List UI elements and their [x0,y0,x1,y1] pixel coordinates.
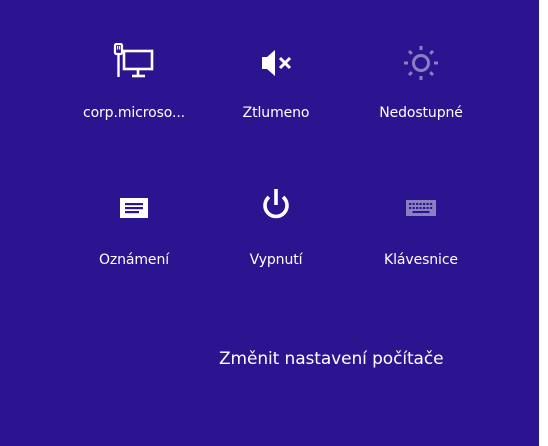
brightness-label: Nedostupné [379,105,463,121]
volume-tile[interactable]: Ztlumeno [201,43,351,143]
change-pc-settings-link[interactable]: Změnit nastavení počítače [219,349,444,369]
volume-label: Ztlumeno [242,105,310,121]
power-tile[interactable]: Vypnutí [201,189,351,290]
power-icon [263,189,289,219]
volume-muted-icon [262,50,292,76]
network-wired-icon [113,43,154,78]
power-label: Vypnutí [249,252,303,268]
keyboard-tile[interactable]: Klávesnice [346,190,496,290]
notifications-tile[interactable]: Oznámení [59,190,209,290]
settings-charm-panel: corp.microso... Ztlumeno Nedostupné Ozná… [0,0,539,446]
brightness-icon [404,46,438,80]
notifications-label: Oznámení [98,252,170,268]
notifications-icon [120,198,148,218]
keyboard-label: Klávesnice [384,252,458,268]
brightness-tile[interactable]: Nedostupné [346,43,496,143]
keyboard-icon [406,200,436,216]
network-tile[interactable]: corp.microso... [59,43,209,143]
network-label: corp.microso... [82,105,186,121]
